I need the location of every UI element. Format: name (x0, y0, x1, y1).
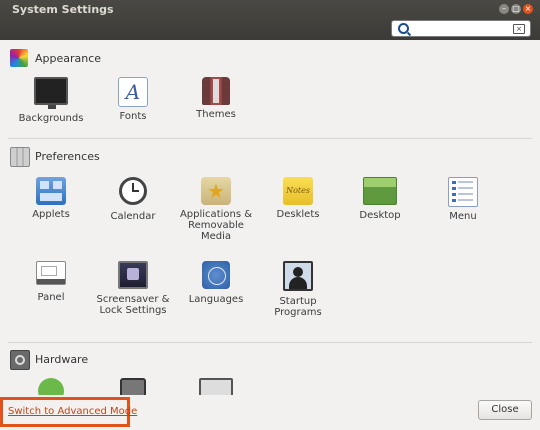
item-applications-removable-media[interactable]: ★ Applications & Removable Media (176, 177, 256, 242)
section-divider (8, 138, 532, 139)
applications-star-icon: ★ (201, 177, 231, 205)
item-label-languages: Languages (188, 294, 244, 305)
backgrounds-icon (34, 77, 68, 109)
item-fonts[interactable]: A Fonts (93, 77, 173, 122)
section-title-preferences: Preferences (35, 150, 100, 163)
item-label-calendar: Calendar (110, 211, 156, 222)
item-panel[interactable]: Panel (11, 261, 91, 303)
item-label-backgrounds: Backgrounds (18, 113, 84, 124)
section-title-hardware: Hardware (35, 353, 89, 366)
advanced-mode-highlight: Switch to Advanced Mode (0, 397, 137, 427)
section-preferences: Preferences (8, 147, 208, 167)
themes-icon (202, 77, 230, 105)
section-appearance: Appearance (8, 49, 208, 69)
item-backgrounds[interactable]: Backgrounds (11, 77, 91, 124)
globe-icon (202, 261, 230, 289)
item-hardware-3[interactable] (176, 378, 256, 395)
window-title: System Settings (12, 3, 114, 16)
title-bar: System Settings – □ × × (0, 0, 540, 40)
section-title-appearance: Appearance (35, 52, 102, 65)
bottom-bar: Switch to Advanced Mode Close (0, 395, 540, 430)
applets-icon (36, 177, 66, 205)
hardware-icon (10, 350, 30, 370)
item-themes[interactable]: Themes (176, 77, 256, 120)
system-settings-window: System Settings – □ × × Appearance Backg… (0, 0, 540, 430)
section-hardware: Hardware (8, 350, 208, 370)
desklets-note-icon: Notes (283, 177, 313, 205)
switch-advanced-mode-link[interactable]: Switch to Advanced Mode (8, 406, 137, 417)
search-input[interactable]: × (391, 20, 531, 37)
item-label-applications-line1: Applications & (179, 209, 253, 220)
section-divider (8, 342, 532, 343)
item-label-fonts: Fonts (119, 111, 147, 122)
search-icon (398, 23, 409, 34)
screensaver-icon (118, 261, 148, 289)
item-desklets[interactable]: Notes Desklets (258, 177, 338, 220)
item-hardware-1[interactable] (11, 378, 91, 395)
item-label-screensaver-line1: Screensaver & (96, 294, 170, 305)
item-label-applications-line2: Removable (188, 220, 244, 231)
item-label-screensaver-line2: Lock Settings (99, 305, 167, 316)
fonts-icon: A (118, 77, 148, 107)
menu-icon (448, 177, 478, 207)
appearance-icon (10, 49, 28, 67)
item-label-desklets: Desklets (276, 209, 320, 220)
panel-icon (36, 261, 66, 285)
item-label-applications-line3: Media (200, 231, 232, 242)
item-calendar[interactable]: Calendar (93, 177, 173, 222)
item-label-startup-line2: Programs (274, 307, 322, 318)
startup-user-icon (283, 261, 313, 291)
settings-content: Appearance Backgrounds A Fonts Themes Pr… (0, 40, 540, 395)
item-screensaver-lock[interactable]: Screensaver & Lock Settings (93, 261, 173, 316)
item-label-themes: Themes (196, 109, 236, 120)
clear-search-icon[interactable]: × (513, 24, 525, 34)
preferences-icon (10, 147, 30, 167)
close-window-button[interactable]: × (523, 4, 533, 14)
maximize-button[interactable]: □ (511, 4, 521, 14)
item-startup-programs[interactable]: Startup Programs (258, 261, 338, 318)
item-label-applets: Applets (32, 209, 70, 220)
display-icon (199, 378, 233, 395)
device-icon (120, 378, 146, 395)
item-applets[interactable]: Applets (11, 177, 91, 220)
item-languages[interactable]: Languages (176, 261, 256, 305)
minimize-button[interactable]: – (499, 4, 509, 14)
close-button[interactable]: Close (478, 400, 532, 420)
desktop-icon (363, 177, 397, 205)
item-label-menu: Menu (449, 211, 477, 222)
item-desktop[interactable]: Desktop (340, 177, 420, 221)
item-label-panel: Panel (37, 292, 65, 303)
item-label-startup-line1: Startup (279, 296, 317, 307)
info-icon (38, 378, 64, 395)
item-label-desktop: Desktop (359, 210, 401, 221)
item-hardware-2[interactable] (93, 378, 173, 395)
item-menu[interactable]: Menu (423, 177, 503, 222)
clock-icon (119, 177, 147, 205)
